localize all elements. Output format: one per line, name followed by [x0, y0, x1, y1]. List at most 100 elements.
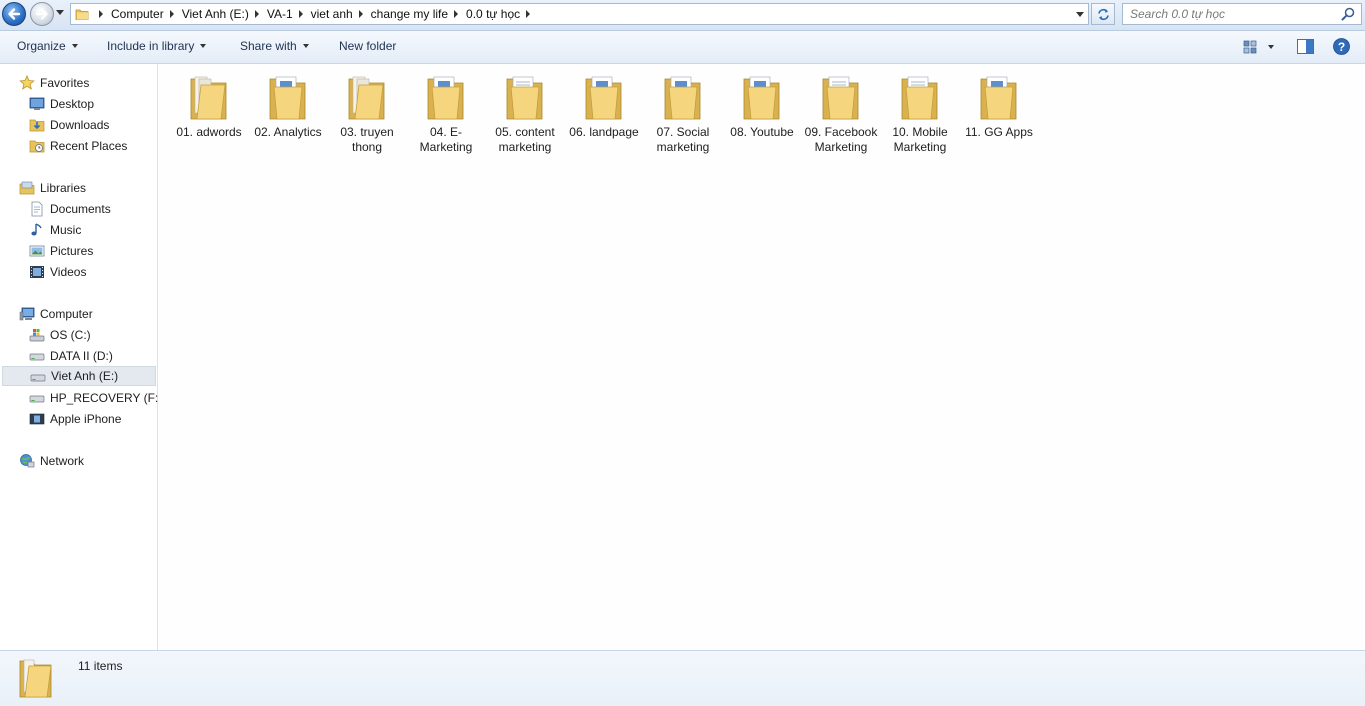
folder-name: 03. truyen thong [340, 125, 394, 154]
folder-item[interactable]: 10. Mobile Marketing [881, 69, 959, 155]
breadcrumb-separator-icon[interactable] [526, 10, 531, 18]
breadcrumb-item-computer[interactable]: Computer [111, 7, 164, 21]
nav-label: Computer [40, 307, 93, 321]
folder-icon [75, 9, 89, 20]
desktop-icon [29, 97, 45, 110]
breadcrumb-separator-icon[interactable] [99, 10, 103, 18]
search-input[interactable] [1123, 4, 1333, 24]
folder-item[interactable]: 09. Facebook Marketing [802, 69, 880, 155]
view-options-dropdown-icon[interactable] [1268, 45, 1274, 49]
breadcrumb-item-viet-anh[interactable]: viet anh [311, 7, 353, 21]
breadcrumb-separator-icon[interactable] [169, 10, 174, 18]
folder-item[interactable]: 05. content marketing [486, 69, 564, 155]
folder-item[interactable]: 11. GG Apps [960, 69, 1038, 140]
share-with-button[interactable]: Share with [240, 39, 309, 53]
breadcrumb-separator-icon[interactable] [454, 10, 459, 18]
nav-label: OS (C:) [50, 328, 91, 342]
nav-pictures[interactable]: Pictures [0, 241, 157, 261]
folder-item[interactable]: 02. Analytics [249, 69, 327, 140]
nav-computer[interactable]: Computer [0, 304, 157, 324]
windows-drive-icon [29, 329, 45, 342]
forward-button[interactable] [30, 2, 54, 26]
folder-item[interactable]: 03. truyen thong [328, 69, 406, 155]
folder-name: 02. Analytics [254, 125, 322, 139]
nav-desktop[interactable]: Desktop [0, 94, 157, 114]
nav-label: Viet Anh (E:) [51, 369, 119, 383]
nav-label: Network [40, 454, 85, 468]
folder-item[interactable]: 08. Youtube [723, 69, 801, 140]
breadcrumb-item-change-my-life[interactable]: change my life [371, 7, 448, 21]
hard-drive-icon [29, 353, 45, 361]
nav-downloads[interactable]: Downloads [0, 115, 157, 135]
folder-icon [348, 76, 385, 120]
folder-item[interactable]: 04. E-Marketing [407, 69, 485, 155]
arrow-right-icon [35, 8, 48, 20]
nav-label: Recent Places [50, 139, 128, 153]
new-folder-button[interactable]: New folder [339, 39, 396, 53]
computer-icon [19, 307, 35, 321]
folder-icon [743, 76, 780, 120]
address-history-dropdown-icon[interactable] [1076, 12, 1084, 18]
recent-places-icon [29, 140, 45, 153]
pictures-icon [29, 245, 45, 257]
nav-label: Libraries [40, 181, 87, 195]
nav-label: Music [50, 223, 82, 237]
nav-music[interactable]: Music [0, 220, 157, 240]
folder-icon [901, 76, 938, 120]
details-pane: 11 items [0, 650, 1365, 706]
arrow-left-icon [8, 8, 21, 20]
folder-name: 09. Facebook Marketing [804, 125, 878, 154]
address-bar: Computer Viet Anh (E:) VA-1 viet anh cha… [0, 0, 1365, 31]
folder-name: 06. landpage [569, 125, 639, 139]
downloads-folder-icon [29, 119, 45, 132]
navigation-pane: Favorites Desktop Downloads Recent Place… [0, 64, 162, 650]
nav-label: Downloads [50, 118, 110, 132]
include-in-library-label: Include in library [107, 39, 195, 53]
breadcrumb-item-tu-hoc[interactable]: 0.0 tự học [466, 7, 520, 21]
back-button[interactable] [2, 2, 26, 26]
nav-drive-d[interactable]: DATA II (D:) [0, 346, 157, 366]
breadcrumb-separator-icon[interactable] [254, 10, 259, 18]
nav-libraries[interactable]: Libraries [0, 178, 157, 198]
change-view-icon[interactable] [1243, 40, 1259, 54]
folder-name: 04. E-Marketing [419, 125, 473, 154]
folder-icon [980, 76, 1017, 120]
nav-apple-iphone[interactable]: Apple iPhone [0, 409, 157, 429]
folder-item[interactable]: 06. landpage [565, 69, 643, 140]
folder-name: 10. Mobile Marketing [892, 125, 948, 154]
folder-name: 05. content marketing [495, 125, 555, 154]
organize-label: Organize [17, 39, 66, 53]
folder-icon [822, 76, 859, 120]
nav-recent-places[interactable]: Recent Places [0, 136, 157, 156]
nav-drive-e[interactable]: Viet Anh (E:) [2, 366, 156, 386]
breadcrumb-separator-icon[interactable] [298, 10, 303, 18]
breadcrumb-item-va-1[interactable]: VA-1 [267, 7, 293, 21]
refresh-button[interactable] [1091, 3, 1115, 25]
libraries-icon [19, 181, 35, 195]
breadcrumb-separator-icon[interactable] [358, 10, 363, 18]
recent-pages-dropdown-icon[interactable] [56, 10, 64, 16]
nav-network[interactable]: Network [0, 451, 157, 471]
file-list[interactable]: 01. adwords 02. Analytics 03. truyen tho… [158, 64, 1365, 650]
search-icon[interactable] [1341, 7, 1355, 21]
preview-pane-icon[interactable] [1297, 39, 1314, 54]
nav-drive-c[interactable]: OS (C:) [0, 325, 157, 345]
chevron-down-icon [302, 43, 309, 48]
folder-item[interactable]: 01. adwords [170, 69, 248, 140]
nav-videos[interactable]: Videos [0, 262, 157, 282]
organize-button[interactable]: Organize [17, 39, 78, 53]
folder-name: 07. Social marketing [656, 125, 710, 154]
help-icon[interactable]: ? [1333, 38, 1350, 55]
nav-documents[interactable]: Documents [0, 199, 157, 219]
folder-item[interactable]: 07. Social marketing [644, 69, 722, 155]
command-bar: Organize Include in library Share with N… [0, 31, 1365, 64]
nav-favorites[interactable]: Favorites [0, 73, 157, 93]
breadcrumb[interactable]: Computer Viet Anh (E:) VA-1 viet anh cha… [70, 3, 1089, 25]
breadcrumb-item-viet-anh-e[interactable]: Viet Anh (E:) [182, 7, 249, 21]
nav-label: Videos [50, 265, 87, 279]
svg-text:?: ? [1338, 40, 1345, 54]
chevron-down-icon [71, 43, 78, 48]
include-in-library-button[interactable]: Include in library [107, 39, 207, 53]
nav-drive-f[interactable]: HP_RECOVERY (F:) [0, 388, 162, 408]
search-box[interactable] [1122, 3, 1362, 25]
